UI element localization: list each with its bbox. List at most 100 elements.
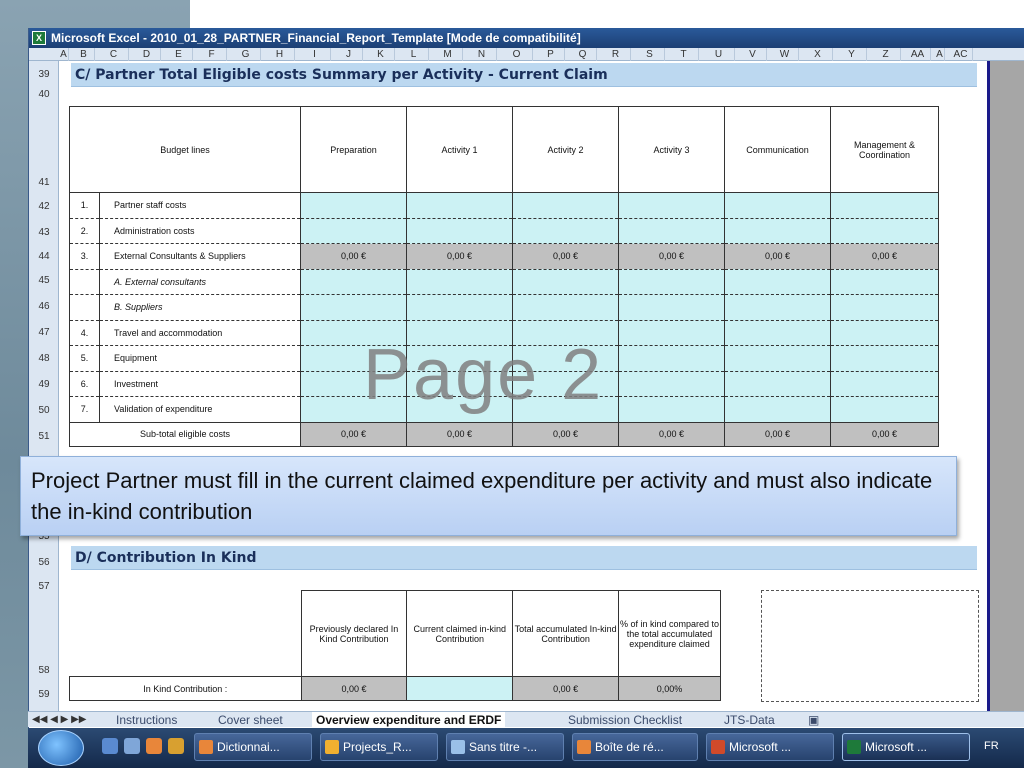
column-header[interactable]: I: [299, 48, 331, 61]
current-claimed-input[interactable]: [406, 676, 514, 701]
tab-instructions[interactable]: Instructions: [116, 712, 177, 727]
taskbar-boite[interactable]: Boîte de ré...: [572, 733, 698, 761]
row-header[interactable]: 43: [29, 227, 59, 238]
column-header[interactable]: R: [601, 48, 631, 61]
row-header[interactable]: 59: [29, 689, 59, 700]
input-cell[interactable]: [618, 268, 725, 295]
input-cell[interactable]: [724, 294, 831, 321]
column-header[interactable]: T: [669, 48, 699, 61]
input-cell[interactable]: [300, 294, 407, 321]
input-cell[interactable]: [512, 294, 619, 321]
input-cell[interactable]: [406, 217, 513, 244]
input-cell[interactable]: [724, 396, 831, 423]
column-header[interactable]: L: [399, 48, 429, 61]
column-header[interactable]: Q: [569, 48, 597, 61]
language-indicator[interactable]: FR: [984, 740, 999, 752]
row-header[interactable]: 42: [29, 201, 59, 212]
input-cell[interactable]: [724, 217, 831, 244]
input-cell[interactable]: [618, 370, 725, 397]
column-header[interactable]: Y: [837, 48, 867, 61]
row-header[interactable]: 50: [29, 405, 59, 416]
row-header[interactable]: 46: [29, 301, 59, 312]
input-cell[interactable]: [830, 192, 939, 219]
excel-app-icon[interactable]: X: [32, 31, 46, 45]
column-header[interactable]: F: [197, 48, 227, 61]
column-header[interactable]: P: [537, 48, 565, 61]
tab-jts-data[interactable]: JTS-Data: [724, 712, 775, 727]
input-cell[interactable]: [724, 345, 831, 372]
input-cell[interactable]: [300, 217, 407, 244]
input-cell[interactable]: [724, 192, 831, 219]
show-desktop-icon[interactable]: [102, 738, 118, 754]
row-header[interactable]: 49: [29, 379, 59, 390]
row-header[interactable]: 44: [29, 251, 59, 262]
column-header[interactable]: A: [935, 48, 945, 61]
column-header[interactable]: K: [367, 48, 395, 61]
tab-cover-sheet[interactable]: Cover sheet: [218, 712, 283, 727]
input-cell[interactable]: [618, 294, 725, 321]
row-header[interactable]: 57: [29, 581, 59, 592]
taskbar-dictionnaire[interactable]: Dictionnai...: [194, 733, 312, 761]
column-header[interactable]: J: [335, 48, 363, 61]
input-cell[interactable]: [830, 396, 939, 423]
input-cell[interactable]: [830, 217, 939, 244]
input-cell[interactable]: [512, 268, 619, 295]
input-cell[interactable]: [618, 319, 725, 346]
input-cell[interactable]: [512, 217, 619, 244]
column-header[interactable]: X: [803, 48, 833, 61]
row-header[interactable]: 58: [29, 665, 59, 676]
input-cell[interactable]: [618, 217, 725, 244]
tab-overview-expenditure[interactable]: Overview expenditure and ERDF: [312, 712, 506, 727]
sheet-nav-arrows[interactable]: ◀◀ ◀ ▶ ▶▶: [32, 712, 86, 727]
input-cell[interactable]: [830, 294, 939, 321]
column-header[interactable]: AC: [949, 48, 973, 61]
column-header[interactable]: O: [501, 48, 533, 61]
taskbar-microsoft-ppt[interactable]: Microsoft ...: [706, 733, 834, 761]
input-cell[interactable]: [406, 268, 513, 295]
row-header[interactable]: 40: [29, 89, 59, 100]
input-cell[interactable]: [618, 396, 725, 423]
input-cell[interactable]: [830, 319, 939, 346]
column-header[interactable]: N: [467, 48, 497, 61]
column-header[interactable]: A: [59, 48, 69, 61]
taskbar-sans-titre[interactable]: Sans titre -...: [446, 733, 564, 761]
column-header[interactable]: H: [265, 48, 295, 61]
column-header[interactable]: V: [739, 48, 767, 61]
column-header[interactable]: E: [165, 48, 193, 61]
column-header[interactable]: C: [99, 48, 129, 61]
input-cell[interactable]: [830, 345, 939, 372]
row-header[interactable]: 41: [29, 177, 59, 188]
input-cell[interactable]: [406, 192, 513, 219]
column-header[interactable]: AA: [905, 48, 931, 61]
new-sheet-icon[interactable]: ▣: [808, 712, 819, 727]
row-header[interactable]: 39: [29, 69, 59, 80]
row-header[interactable]: 56: [29, 557, 59, 568]
column-header[interactable]: D: [133, 48, 161, 61]
browser-icon[interactable]: [168, 738, 184, 754]
input-cell[interactable]: [724, 319, 831, 346]
start-button[interactable]: [38, 730, 84, 766]
row-header[interactable]: 45: [29, 275, 59, 286]
input-cell[interactable]: [618, 192, 725, 219]
column-header[interactable]: U: [703, 48, 735, 61]
column-header[interactable]: W: [771, 48, 799, 61]
row-header[interactable]: 47: [29, 327, 59, 338]
input-cell[interactable]: [300, 192, 407, 219]
column-header[interactable]: Z: [871, 48, 901, 61]
column-header[interactable]: M: [433, 48, 463, 61]
firefox-icon[interactable]: [146, 738, 162, 754]
column-header[interactable]: S: [635, 48, 665, 61]
tab-submission-checklist[interactable]: Submission Checklist: [568, 712, 682, 727]
column-header[interactable]: B: [73, 48, 95, 61]
input-cell[interactable]: [724, 370, 831, 397]
row-header[interactable]: 51: [29, 431, 59, 442]
row-header[interactable]: 48: [29, 353, 59, 364]
input-cell[interactable]: [406, 294, 513, 321]
input-cell[interactable]: [300, 268, 407, 295]
network-icon[interactable]: [124, 738, 140, 754]
input-cell[interactable]: [830, 370, 939, 397]
input-cell[interactable]: [724, 268, 831, 295]
input-cell[interactable]: [618, 345, 725, 372]
column-header[interactable]: G: [231, 48, 261, 61]
input-cell[interactable]: [512, 192, 619, 219]
